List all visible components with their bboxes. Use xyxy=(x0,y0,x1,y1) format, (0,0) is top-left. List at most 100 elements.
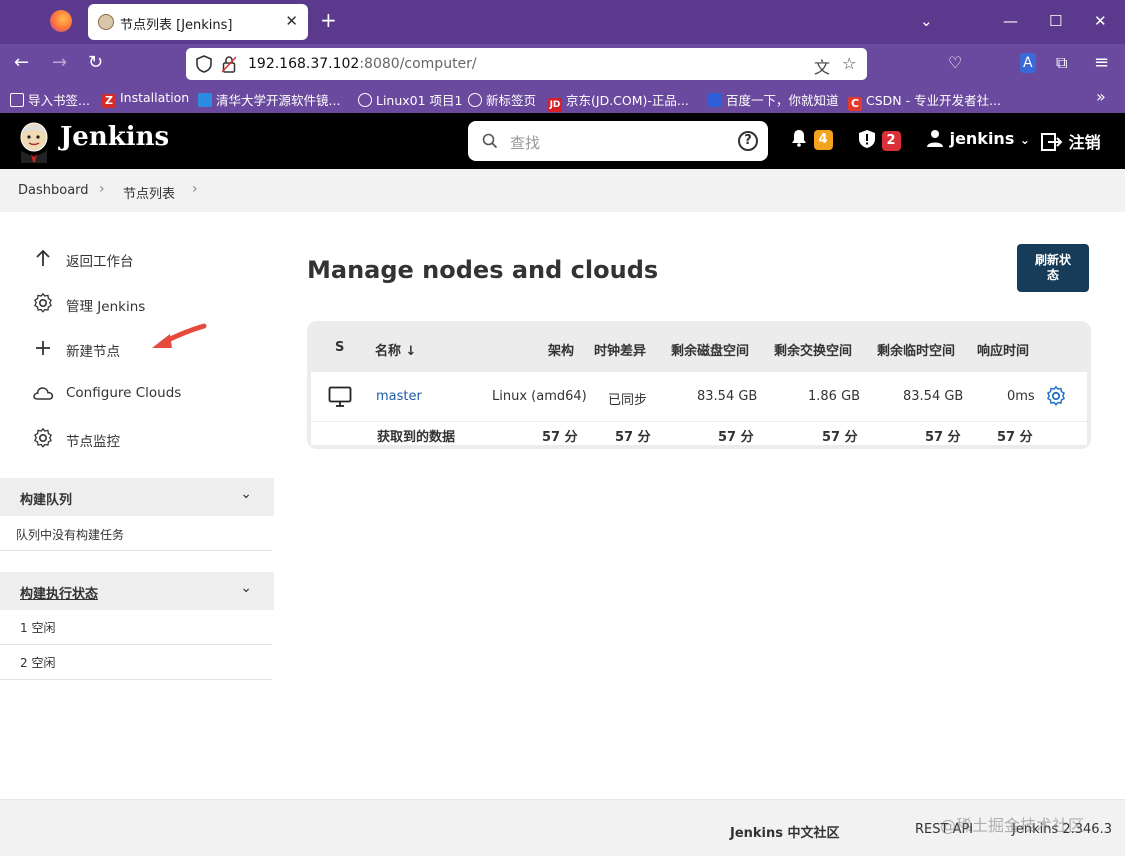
firefox-icon[interactable] xyxy=(50,10,72,32)
node-response: 0ms xyxy=(1007,389,1035,404)
cloud-icon xyxy=(33,387,54,400)
logout-button[interactable]: 注销 xyxy=(1041,129,1101,153)
jenkins-logo-icon[interactable] xyxy=(18,121,50,163)
reload-icon[interactable]: ↻ xyxy=(88,53,103,73)
forward-icon[interactable]: → xyxy=(52,53,67,73)
jenkins-app-name[interactable]: Jenkins xyxy=(60,122,169,152)
column-header-name[interactable]: 名称 ↓ xyxy=(375,340,416,359)
chevron-down-icon: ⌄ xyxy=(1019,133,1030,147)
chevron-right-icon: › xyxy=(99,181,105,197)
computer-icon xyxy=(328,386,352,407)
bell-icon xyxy=(792,130,806,147)
search-help-icon[interactable]: ? xyxy=(738,131,758,151)
bookmark-item[interactable]: Linux01 项目1 xyxy=(358,90,463,109)
build-queue-empty: 队列中没有构建任务 xyxy=(0,516,272,551)
gear-icon xyxy=(34,427,52,448)
bookmark-item[interactable]: C CSDN - 专业开发者社... xyxy=(848,90,1001,111)
refresh-status-button[interactable]: 刷新状态 xyxy=(1017,244,1089,292)
close-window-icon[interactable]: ✕ xyxy=(1094,12,1107,30)
new-tab-icon[interactable]: + xyxy=(320,10,337,30)
executor-row: 1 空闲 xyxy=(0,610,272,645)
maximize-icon[interactable]: ☐ xyxy=(1049,12,1062,30)
security-badge: 2 xyxy=(881,131,901,151)
column-header-clock[interactable]: 时钟差异 xyxy=(594,340,646,359)
user-icon xyxy=(927,130,943,147)
browser-nav-bar: ← → ↻ 192.168.37.102:8080/computer/ ⽂ ☆ … xyxy=(0,44,1125,84)
build-queue-empty-text: 队列中没有构建任务 xyxy=(16,528,125,542)
shield-icon[interactable] xyxy=(196,55,212,73)
bookmark-item[interactable]: Z Installation xyxy=(102,90,189,108)
csdn-icon: C xyxy=(848,97,862,111)
logout-icon xyxy=(1041,133,1063,151)
community-link[interactable]: Jenkins 中文社区 xyxy=(730,822,840,841)
breadcrumb-dashboard[interactable]: Dashboard xyxy=(18,183,89,198)
notifications-badge: 4 xyxy=(813,130,833,150)
bookmark-item[interactable]: 百度一下，你就知道 xyxy=(708,90,839,109)
summary-value: 57 分 xyxy=(997,430,1033,445)
browser-tab[interactable]: 节点列表 [Jenkins] ✕ xyxy=(88,4,308,40)
bookmark-item[interactable]: JD 京东(JD.COM)-正品... xyxy=(548,90,689,112)
breadcrumb-nodes[interactable]: 节点列表 xyxy=(123,183,175,202)
translate-extension-icon[interactable]: A xyxy=(1020,53,1036,73)
executors-header[interactable]: 构建执行状态 ⌄ xyxy=(0,572,274,610)
menu-icon[interactable]: ≡ xyxy=(1094,53,1109,73)
chevron-right-icon[interactable]: › xyxy=(192,181,198,197)
globe-icon xyxy=(468,93,482,107)
baidu-icon xyxy=(708,93,722,107)
executors-title[interactable]: 构建执行状态 xyxy=(20,583,98,602)
tuna-icon xyxy=(198,93,212,107)
column-header-disk[interactable]: 剩余磁盘空间 xyxy=(671,340,749,359)
column-header-arch[interactable]: 架构 xyxy=(548,340,574,359)
breadcrumb: Dashboard › 节点列表 › xyxy=(0,169,1125,212)
back-icon[interactable]: ← xyxy=(14,53,29,73)
chevron-down-icon[interactable]: ⌄ xyxy=(240,580,252,596)
translate-icon[interactable]: ⽂ xyxy=(814,54,830,78)
z-icon: Z xyxy=(102,94,116,108)
column-header-status[interactable]: S xyxy=(335,340,344,355)
search-icon xyxy=(482,133,498,149)
node-arch: Linux (amd64) xyxy=(492,389,587,404)
user-name: jenkins xyxy=(949,129,1015,148)
bookmark-item[interactable]: 导入书签... xyxy=(10,90,90,109)
jenkins-favicon-icon xyxy=(98,14,114,30)
sidebar-item-label: 新建节点 xyxy=(66,344,120,360)
insecure-lock-icon[interactable] xyxy=(222,55,236,73)
table-summary-row: 获取到的数据 57 分 57 分 57 分 57 分 57 分 57 分 xyxy=(311,422,1087,445)
jenkins-header: Jenkins 查找 ? 4 2 jenkins ⌄ 注销 xyxy=(0,113,1125,169)
executor-status: 2 空闲 xyxy=(20,656,56,670)
browser-tab-bar: 节点列表 [Jenkins] ✕ + ⌄ — ☐ ✕ xyxy=(0,0,1125,44)
column-header-temp[interactable]: 剩余临时空间 xyxy=(877,340,955,359)
build-queue-header[interactable]: 构建队列 ⌄ xyxy=(0,478,274,516)
tab-list-chevron-icon[interactable]: ⌄ xyxy=(920,12,933,30)
logout-label: 注销 xyxy=(1068,133,1101,152)
node-temp: 83.54 GB xyxy=(903,389,964,404)
summary-value: 57 分 xyxy=(542,430,578,445)
security-button[interactable]: 2 xyxy=(858,129,901,151)
minimize-icon[interactable]: — xyxy=(1003,12,1018,30)
arrow-up-icon xyxy=(36,249,50,266)
bookmark-item[interactable]: 新标签页 xyxy=(468,90,536,109)
node-name-link[interactable]: master xyxy=(376,389,422,404)
sidebar-item-label: 返回工作台 xyxy=(66,254,134,270)
user-menu[interactable]: jenkins ⌄ xyxy=(926,129,1030,148)
chevron-down-icon[interactable]: ⌄ xyxy=(240,486,252,502)
summary-value: 57 分 xyxy=(822,430,858,445)
gear-icon xyxy=(34,292,52,313)
build-queue-title: 构建队列 xyxy=(20,493,73,508)
close-tab-icon[interactable]: ✕ xyxy=(285,12,298,30)
notifications-button[interactable]: 4 xyxy=(790,129,833,150)
address-bar[interactable]: 192.168.37.102:8080/computer/ ⽂ ☆ xyxy=(186,48,867,80)
bookmark-item[interactable]: 清华大学开源软件镜... xyxy=(198,90,340,109)
sidebar-item-label: 节点监控 xyxy=(66,434,120,450)
search-box[interactable]: 查找 ? xyxy=(468,121,768,161)
column-header-swap[interactable]: 剩余交换空间 xyxy=(774,340,852,359)
sidebar-item-label: 管理 Jenkins xyxy=(66,299,146,315)
more-bookmarks-icon[interactable]: » xyxy=(1096,87,1106,106)
extensions-icon[interactable]: ⧉ xyxy=(1056,53,1067,73)
pocket-icon[interactable]: ♡ xyxy=(948,53,962,73)
column-header-response[interactable]: 响应时间 xyxy=(977,340,1029,359)
node-swap: 1.86 GB xyxy=(808,389,861,404)
configure-gear-icon[interactable] xyxy=(1045,385,1067,407)
bookmark-star-icon[interactable]: ☆ xyxy=(842,54,856,73)
search-placeholder[interactable]: 查找 xyxy=(510,132,540,153)
